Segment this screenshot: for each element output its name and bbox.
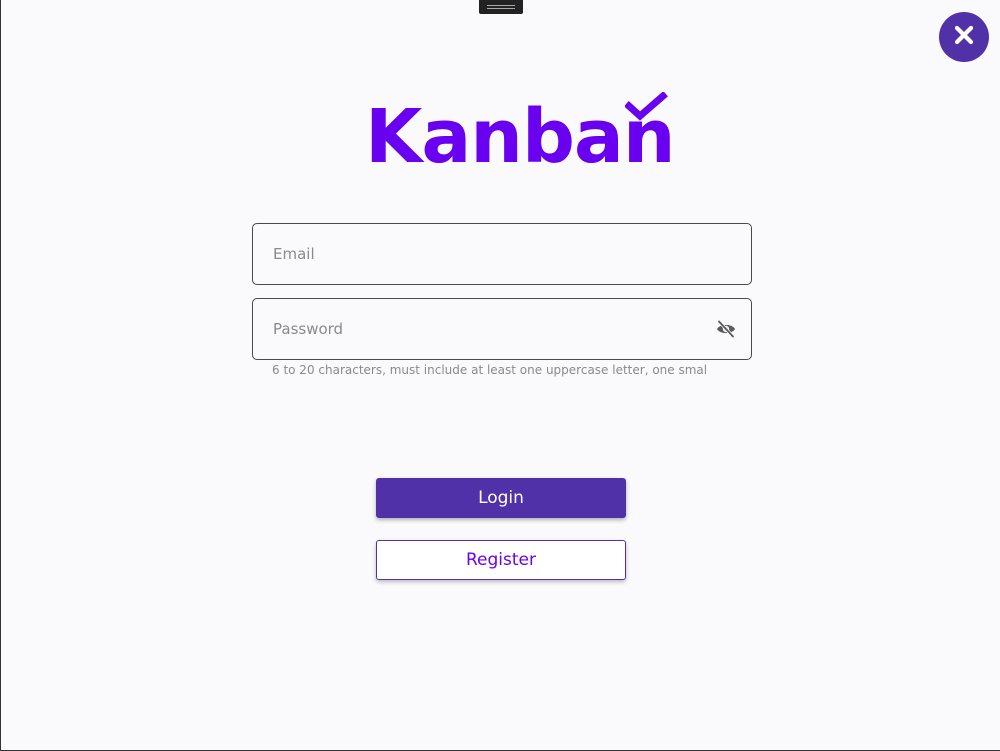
- check-icon: [624, 91, 669, 133]
- email-field: [252, 223, 752, 285]
- app-logo: Kanban: [365, 90, 676, 180]
- password-field: [252, 298, 752, 360]
- login-window: Kanban 6 to 20 characters, must include …: [0, 0, 1000, 751]
- login-button[interactable]: Login: [376, 478, 626, 518]
- password-hint: 6 to 20 characters, must include at leas…: [272, 363, 707, 377]
- email-input[interactable]: [273, 224, 713, 284]
- close-icon: [953, 24, 975, 51]
- eye-off-icon[interactable]: [715, 318, 737, 340]
- password-input[interactable]: [273, 299, 713, 359]
- register-button[interactable]: Register: [376, 540, 626, 580]
- close-button[interactable]: [939, 12, 989, 62]
- drag-handle[interactable]: [479, 0, 523, 14]
